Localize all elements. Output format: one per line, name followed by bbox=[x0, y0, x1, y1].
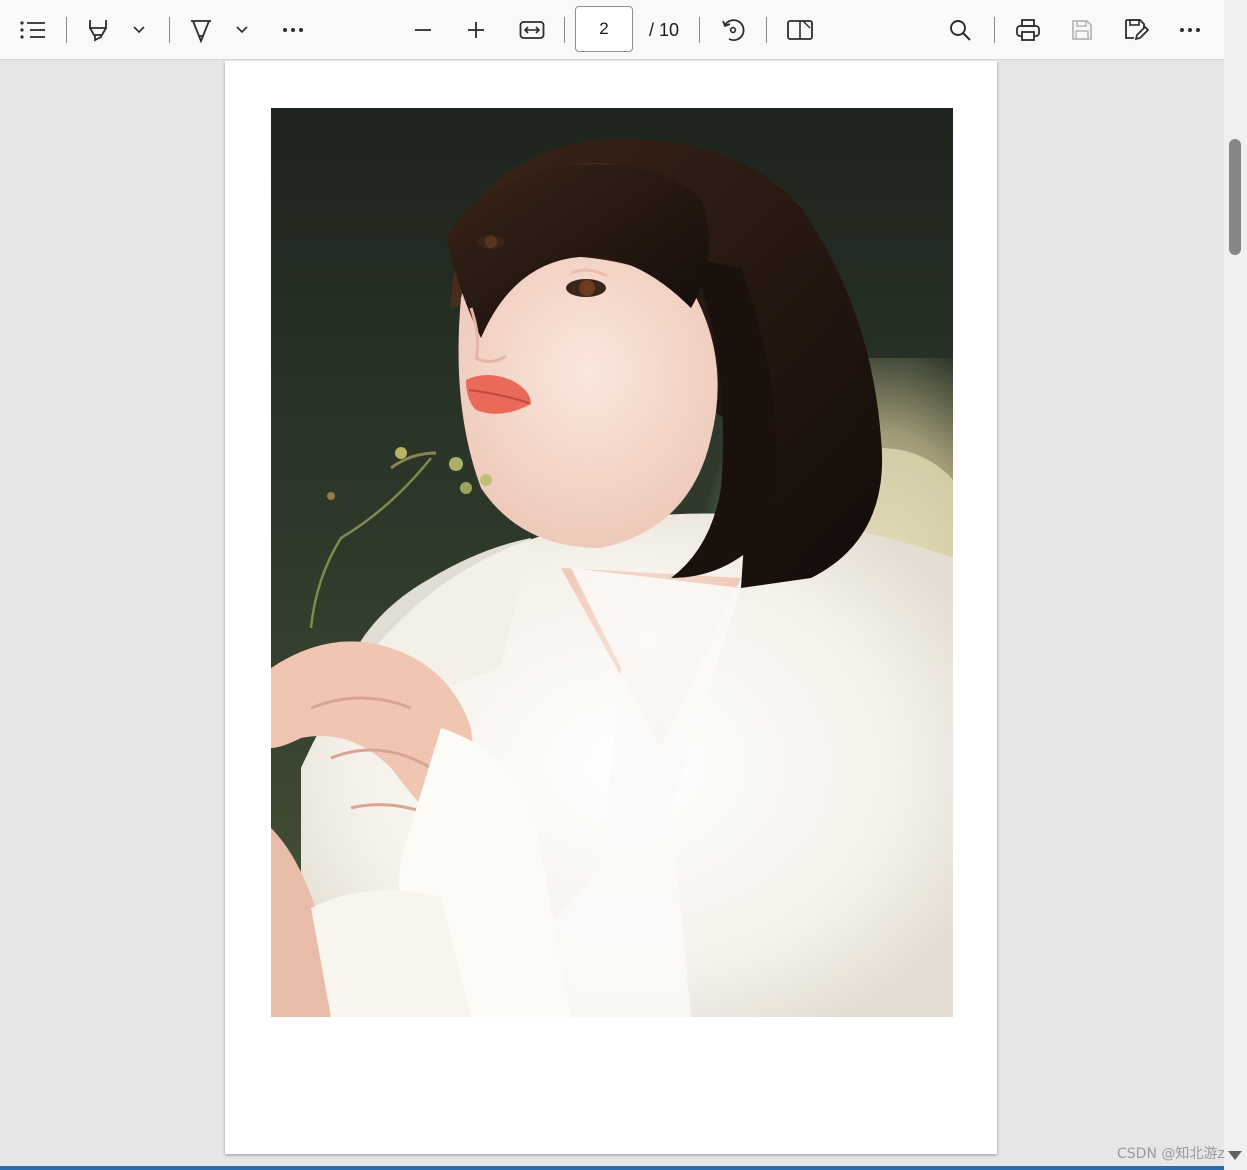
pen-icon bbox=[188, 17, 214, 43]
page-view-button[interactable] bbox=[780, 10, 820, 50]
chevron-down-icon bbox=[132, 25, 146, 35]
search-button[interactable] bbox=[940, 10, 980, 50]
rotate-icon bbox=[720, 17, 746, 43]
taskbar-edge bbox=[0, 1166, 1224, 1170]
save-as-icon bbox=[1123, 17, 1149, 43]
draw-button[interactable] bbox=[78, 10, 118, 50]
document-viewer[interactable] bbox=[0, 61, 1224, 1170]
toolbar-divider bbox=[766, 17, 767, 43]
toolbar-divider bbox=[66, 17, 67, 43]
toolbar-divider bbox=[564, 17, 565, 43]
more-tools-button[interactable] bbox=[273, 10, 313, 50]
toolbar-divider bbox=[169, 17, 170, 43]
page-total-label: / 10 bbox=[649, 20, 680, 40]
minus-icon bbox=[413, 20, 433, 40]
pdf-viewer: / 10 bbox=[0, 0, 1247, 1170]
draw-options-button[interactable] bbox=[121, 10, 157, 50]
print-icon bbox=[1015, 18, 1041, 42]
page-view-icon bbox=[786, 19, 814, 41]
highlight-options-button[interactable] bbox=[224, 10, 260, 50]
save-icon bbox=[1070, 18, 1094, 42]
zoom-in-button[interactable] bbox=[456, 10, 496, 50]
more-horizontal-icon bbox=[1178, 26, 1202, 34]
rotate-button[interactable] bbox=[713, 10, 753, 50]
pdf-page bbox=[225, 61, 997, 1154]
scrollbar-thumb[interactable] bbox=[1229, 139, 1241, 255]
fit-page-button[interactable] bbox=[512, 10, 552, 50]
more-horizontal-icon bbox=[281, 26, 305, 34]
page-number-input[interactable] bbox=[575, 6, 633, 52]
print-button[interactable] bbox=[1008, 10, 1048, 50]
fit-width-icon bbox=[519, 20, 545, 40]
scroll-down-arrow-icon[interactable] bbox=[1228, 1151, 1242, 1160]
save-button[interactable] bbox=[1062, 10, 1102, 50]
contents-icon bbox=[19, 19, 47, 41]
highlighter-icon bbox=[85, 17, 111, 43]
settings-more-button[interactable] bbox=[1170, 10, 1210, 50]
contents-button[interactable] bbox=[13, 10, 53, 50]
plus-icon bbox=[466, 20, 486, 40]
watermark: CSDN @知北游z bbox=[1117, 1146, 1225, 1162]
zoom-out-button[interactable] bbox=[403, 10, 443, 50]
toolbar-divider bbox=[994, 17, 995, 43]
search-icon bbox=[948, 18, 972, 42]
toolbar-divider bbox=[699, 17, 700, 43]
portrait-photo bbox=[271, 108, 953, 1017]
toolbar: / 10 bbox=[0, 0, 1224, 60]
highlight-button[interactable] bbox=[181, 10, 221, 50]
save-as-button[interactable] bbox=[1116, 10, 1156, 50]
vertical-scrollbar[interactable] bbox=[1224, 0, 1247, 1170]
chevron-down-icon bbox=[235, 25, 249, 35]
